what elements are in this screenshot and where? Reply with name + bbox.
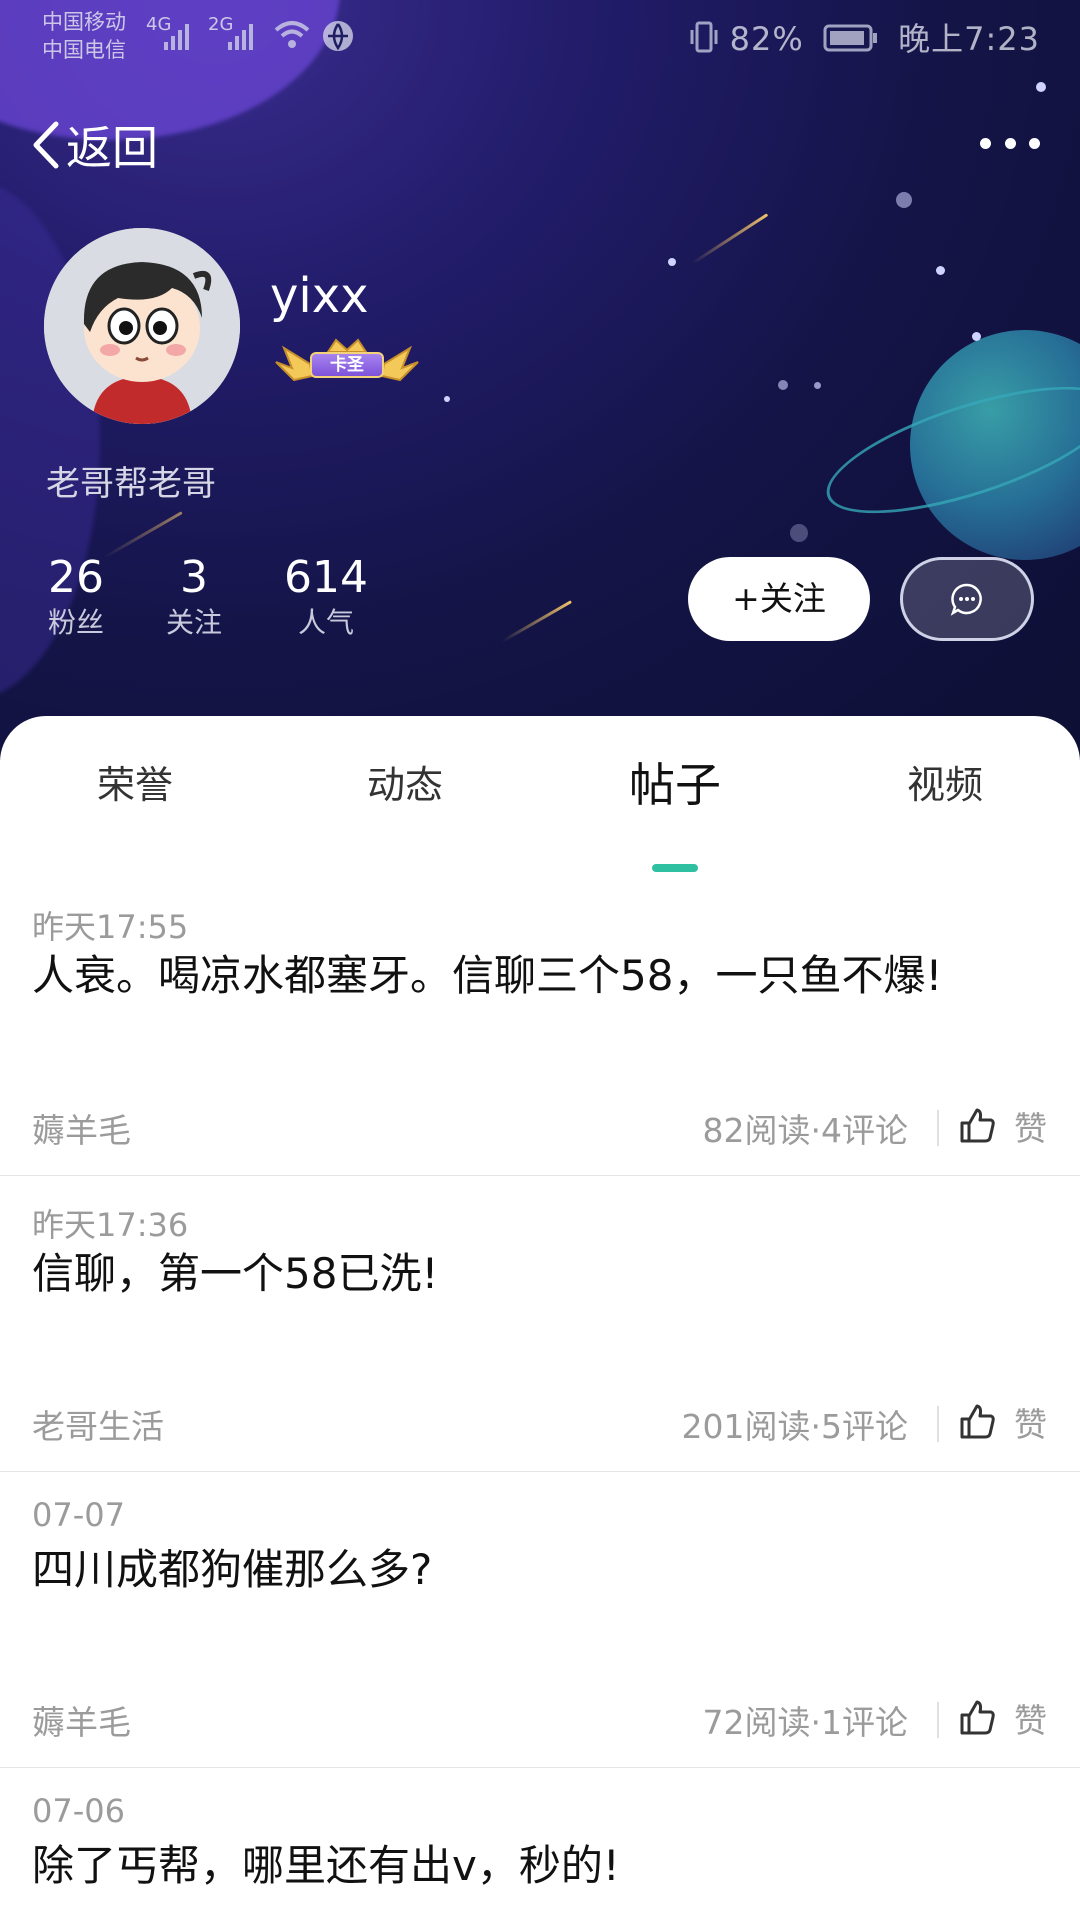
signal-icon bbox=[228, 24, 253, 50]
username: yixx bbox=[270, 268, 369, 324]
star-decoration bbox=[936, 266, 945, 275]
star-decoration bbox=[668, 258, 676, 266]
thumbs-up-icon bbox=[960, 1108, 995, 1143]
badge-label: 卡圣 bbox=[310, 352, 384, 378]
clock: 晚上7:23 bbox=[898, 20, 1040, 58]
signal-icon bbox=[164, 24, 189, 50]
vibrate-icon bbox=[690, 21, 718, 53]
status-bar: 中国移动 中国电信 4G 2G 82% 晚上7:23 bbox=[0, 0, 1080, 72]
stat-followers[interactable]: 26 粉丝 bbox=[38, 552, 114, 642]
post-date: 07-06 bbox=[32, 1792, 125, 1830]
active-tab-indicator bbox=[652, 864, 698, 872]
star-decoration bbox=[778, 380, 788, 390]
star-decoration bbox=[1036, 82, 1046, 92]
stat-popularity: 614 人气 bbox=[280, 552, 372, 642]
content-sheet: 荣誉 动态 帖子 视频 昨天17:55 人衰。喝凉水都塞牙。信聊三个58，一只鱼… bbox=[0, 716, 1080, 1920]
meteor-decoration bbox=[691, 213, 769, 265]
stat-value: 614 bbox=[284, 552, 368, 603]
carrier-labels: 中国移动 中国电信 bbox=[42, 8, 126, 64]
stat-following[interactable]: 3 关注 bbox=[158, 552, 230, 642]
post-title[interactable]: 除了丐帮，哪里还有出v，秒的! bbox=[32, 1834, 1042, 1898]
star-decoration bbox=[790, 524, 808, 542]
post-item[interactable]: 07-06 除了丐帮，哪里还有出v，秒的! bbox=[0, 1768, 1080, 1920]
post-item[interactable]: 昨天17:55 人衰。喝凉水都塞牙。信聊三个58，一只鱼不爆! 薅羊毛 82阅读… bbox=[0, 890, 1080, 1176]
post-stats: 72阅读·1评论 bbox=[702, 1703, 908, 1742]
message-button[interactable] bbox=[900, 557, 1034, 641]
wifi-icon bbox=[274, 21, 310, 48]
thumbs-up-icon bbox=[960, 1404, 995, 1439]
like-button[interactable]: 赞 bbox=[958, 1102, 1047, 1150]
tab-posts[interactable]: 帖子 bbox=[540, 750, 810, 820]
chat-bubble-icon bbox=[950, 583, 982, 616]
post-title[interactable]: 信聊，第一个58已洗! bbox=[32, 1242, 1042, 1306]
post-stats: 201阅读·5评论 bbox=[681, 1407, 908, 1446]
divider bbox=[937, 1110, 939, 1146]
chevron-left-icon bbox=[33, 121, 59, 169]
like-label: 赞 bbox=[1014, 1405, 1047, 1444]
star-decoration bbox=[444, 396, 450, 402]
level-badge[interactable]: 卡圣 bbox=[272, 338, 422, 386]
star-decoration bbox=[972, 332, 981, 341]
profile-tabs: 荣誉 动态 帖子 视频 bbox=[0, 750, 1080, 840]
carrier-1: 中国移动 bbox=[42, 10, 126, 34]
back-button[interactable]: 返回 bbox=[30, 112, 158, 178]
post-circle-tag[interactable]: 薅羊毛 bbox=[32, 1104, 131, 1152]
post-stats: 82阅读·4评论 bbox=[702, 1111, 908, 1150]
post-item[interactable]: 07-07 四川成都狗催那么多? 薅羊毛 72阅读·1评论 赞 bbox=[0, 1472, 1080, 1768]
post-circle-tag[interactable]: 薅羊毛 bbox=[32, 1696, 131, 1744]
stat-value: 3 bbox=[180, 552, 208, 603]
star-decoration bbox=[896, 192, 912, 208]
thumbs-up-icon bbox=[960, 1700, 995, 1735]
tab-activity[interactable]: 动态 bbox=[270, 750, 540, 820]
stat-label: 关注 bbox=[165, 606, 222, 639]
stat-value: 26 bbox=[48, 552, 104, 603]
post-title[interactable]: 人衰。喝凉水都塞牙。信聊三个58，一只鱼不爆! bbox=[32, 944, 1042, 1008]
post-date: 07-07 bbox=[32, 1496, 125, 1534]
divider bbox=[937, 1406, 939, 1442]
back-label: 返回 bbox=[66, 121, 158, 175]
tab-videos[interactable]: 视频 bbox=[810, 750, 1080, 820]
more-dot-icon bbox=[980, 137, 991, 149]
meteor-decoration bbox=[501, 600, 573, 643]
carrier-2: 中国电信 bbox=[42, 38, 126, 62]
more-options-button[interactable] bbox=[980, 128, 1040, 158]
profile-header-background: 中国移动 中国电信 4G 2G 82% 晚上7:23 返回 yixx 卡圣 老哥… bbox=[0, 0, 1080, 760]
status-right-group: 82% 晚上7:23 bbox=[690, 14, 1040, 60]
avatar[interactable] bbox=[44, 228, 240, 424]
divider bbox=[937, 1702, 939, 1738]
like-label: 赞 bbox=[1014, 1701, 1047, 1740]
post-title[interactable]: 四川成都狗催那么多? bbox=[32, 1538, 1042, 1602]
stat-label: 粉丝 bbox=[47, 606, 104, 639]
post-date: 昨天17:36 bbox=[32, 1206, 189, 1244]
like-button[interactable]: 赞 bbox=[958, 1398, 1047, 1446]
battery-percent: 82% bbox=[729, 20, 804, 58]
like-label: 赞 bbox=[1014, 1109, 1047, 1148]
like-button[interactable]: 赞 bbox=[958, 1694, 1047, 1742]
follow-button[interactable]: +关注 bbox=[688, 557, 870, 641]
more-dot-icon bbox=[1029, 137, 1040, 149]
tab-honors[interactable]: 荣誉 bbox=[0, 750, 270, 820]
cartoon-boy-avatar-icon bbox=[44, 228, 240, 424]
star-decoration bbox=[814, 382, 821, 389]
stat-label: 人气 bbox=[297, 606, 354, 639]
battery-icon bbox=[823, 24, 877, 52]
profile-signature: 老哥帮老哥 bbox=[46, 464, 216, 504]
post-circle-tag[interactable]: 老哥生活 bbox=[32, 1400, 164, 1448]
post-date: 昨天17:55 bbox=[32, 908, 189, 946]
post-item[interactable]: 昨天17:36 信聊，第一个58已洗! 老哥生活 201阅读·5评论 赞 bbox=[0, 1176, 1080, 1472]
vpn-globe-icon bbox=[323, 21, 353, 51]
more-dot-icon bbox=[1004, 137, 1016, 149]
